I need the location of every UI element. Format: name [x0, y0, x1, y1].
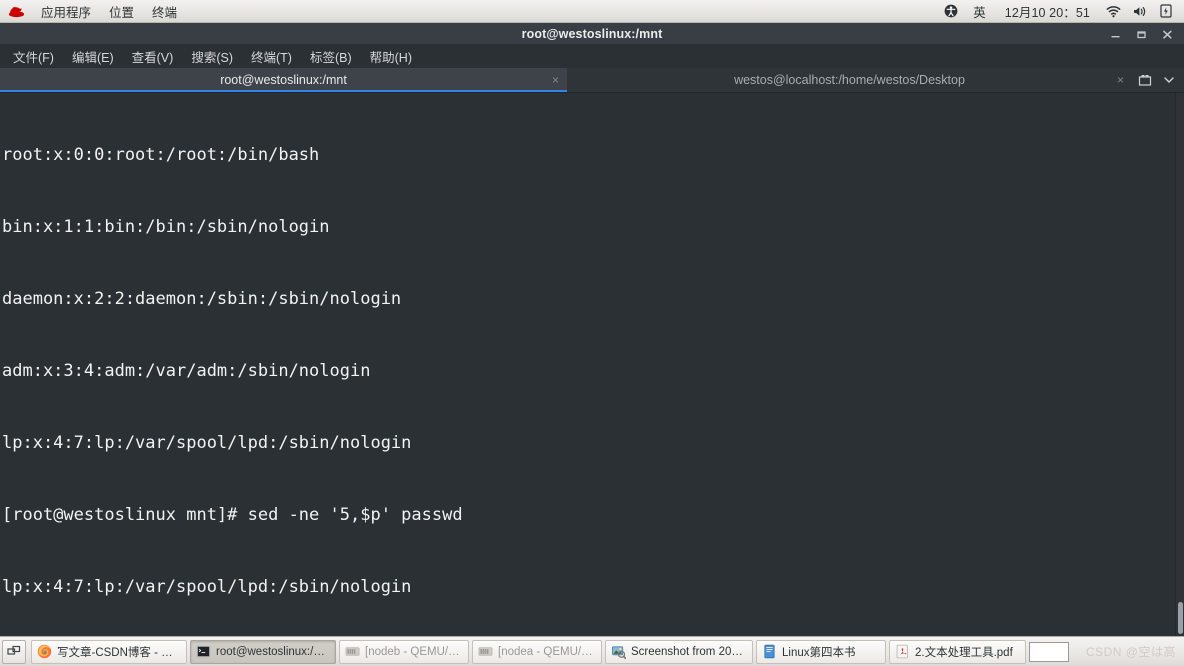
tab-root-mnt[interactable]: root@westoslinux:/mnt × — [0, 68, 567, 92]
minimize-icon[interactable] — [1102, 23, 1128, 45]
taskbar-item-firefox[interactable]: 写文章-CSDN博客 - M… — [31, 639, 187, 664]
window-title: root@westoslinux:/mnt — [521, 26, 663, 41]
terminal-command-line: [root@westoslinux mnt]# sed -ne '5,$p' p… — [2, 505, 463, 525]
taskbar-item-label: root@westoslinux:/mnt — [216, 645, 328, 658]
terminal-window: root@westoslinux:/mnt 文件(F) 编辑(E) 查看(V) … — [0, 23, 1184, 636]
taskbar-item-label: 写文章-CSDN博客 - M… — [57, 646, 179, 659]
terminal-line: lp:x:4:7:lp:/var/spool/lpd:/sbin/nologin — [2, 577, 412, 597]
tab-label: westos@localhost:/home/westos/Desktop — [734, 73, 965, 87]
desktop-screen: 应用程序 位置 终端 英 12月10 20：51 root@westoslinu… — [0, 0, 1184, 666]
volume-icon[interactable] — [1127, 5, 1154, 18]
bottom-taskbar: 写文章-CSDN博客 - M… root@westoslinux:/mnt [n… — [0, 636, 1184, 666]
window-titlebar[interactable]: root@westoslinux:/mnt — [0, 23, 1184, 45]
close-icon[interactable]: × — [1117, 74, 1124, 86]
terminal-scrollbar[interactable] — [1175, 93, 1184, 636]
battery-icon[interactable] — [1154, 4, 1178, 18]
terminal-line: adm:x:3:4:adm:/var/adm:/sbin/nologin — [2, 361, 371, 381]
menu-terminal[interactable]: 终端(T) — [242, 45, 301, 69]
tab-bar: root@westoslinux:/mnt × westos@localhost… — [0, 68, 1184, 93]
menu-help[interactable]: 帮助(H) — [361, 45, 421, 69]
taskbar-item-label: Screenshot from 2021… — [631, 645, 745, 658]
menu-search[interactable]: 搜索(S) — [182, 45, 242, 69]
close-icon[interactable]: × — [552, 74, 559, 86]
vm-icon — [478, 647, 493, 656]
image-viewer-icon — [611, 646, 626, 659]
places-menu[interactable]: 位置 — [100, 0, 143, 22]
window-switcher-icon[interactable] — [2, 639, 26, 664]
menu-bar: 文件(F) 编辑(E) 查看(V) 搜索(S) 终端(T) 标签(B) 帮助(H… — [0, 45, 1184, 68]
taskbar-item-nodeb[interactable]: [nodeb - QEMU/KVM] — [339, 639, 469, 664]
taskbar-item-label: [nodeb - QEMU/KVM] — [365, 645, 461, 658]
chevron-down-icon[interactable] — [1158, 68, 1180, 93]
tab-label: root@westoslinux:/mnt — [220, 73, 347, 87]
pdf-icon — [896, 644, 908, 659]
taskbar-item-label: [nodea - QEMU/KVM] — [498, 645, 594, 658]
accessibility-icon[interactable] — [938, 4, 964, 18]
menu-file[interactable]: 文件(F) — [4, 45, 63, 69]
terminal-line: lp:x:4:7:lp:/var/spool/lpd:/sbin/nologin — [2, 433, 412, 453]
taskbar-item-screenshot[interactable]: Screenshot from 2021… — [605, 639, 753, 664]
terminal-menu[interactable]: 终端 — [143, 0, 186, 22]
vm-icon — [345, 647, 360, 656]
tab-tools — [1132, 68, 1184, 92]
input-method-indicator[interactable]: 英 — [964, 0, 995, 22]
redhat-logo-icon[interactable] — [0, 5, 32, 18]
menu-edit[interactable]: 编辑(E) — [63, 45, 123, 69]
terminal-icon — [196, 645, 211, 658]
clock[interactable]: 12月10 20：51 — [995, 2, 1100, 21]
taskbar-empty-slot[interactable] — [1029, 641, 1069, 662]
firefox-icon — [37, 644, 52, 659]
maximize-icon[interactable] — [1128, 23, 1154, 45]
terminal-line: daemon:x:2:2:daemon:/sbin:/sbin/nologin — [2, 289, 402, 309]
menu-view[interactable]: 查看(V) — [123, 45, 183, 69]
taskbar-item-nodea[interactable]: [nodea - QEMU/KVM] — [472, 639, 602, 664]
menu-tabs[interactable]: 标签(B) — [301, 45, 361, 69]
scrollbar-thumb[interactable] — [1178, 602, 1183, 634]
watermark: CSDN @空は高 — [1085, 645, 1176, 659]
taskbar-item-linux-book[interactable]: Linux第四本书 — [756, 639, 886, 664]
taskbar-item-pdf[interactable]: 2.文本处理工具.pdf — [889, 639, 1026, 664]
close-icon[interactable] — [1154, 23, 1180, 45]
terminal-line: root:x:0:0:root:/root:/bin/bash — [2, 145, 320, 165]
taskbar-item-label: Linux第四本书 — [782, 646, 856, 659]
tab-westos-desktop[interactable]: westos@localhost:/home/westos/Desktop × — [567, 68, 1132, 92]
window-controls — [1102, 23, 1180, 45]
terminal-output-area[interactable]: root:x:0:0:root:/root:/bin/bash bin:x:1:… — [0, 93, 1184, 636]
applications-menu[interactable]: 应用程序 — [32, 0, 100, 22]
terminal-line: bin:x:1:1:bin:/bin:/sbin/nologin — [2, 217, 330, 237]
terminal-text: root:x:0:0:root:/root:/bin/bash bin:x:1:… — [0, 93, 1184, 636]
taskbar-item-label: 2.文本处理工具.pdf — [915, 646, 1013, 659]
new-tab-icon[interactable] — [1134, 68, 1156, 93]
document-icon — [764, 644, 775, 659]
taskbar-item-terminal[interactable]: root@westoslinux:/mnt — [190, 639, 336, 664]
wifi-icon[interactable] — [1100, 5, 1127, 18]
gnome-top-panel: 应用程序 位置 终端 英 12月10 20：51 — [0, 0, 1184, 23]
